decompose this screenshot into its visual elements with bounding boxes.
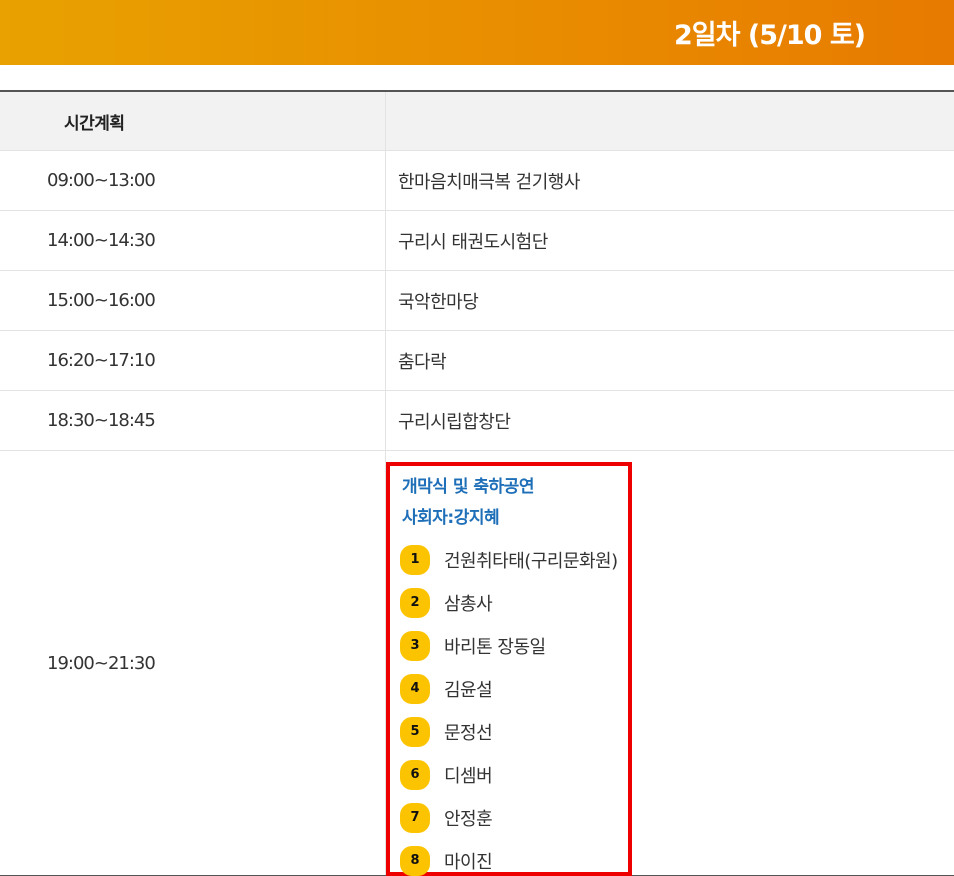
event-text: 구리시립합창단 bbox=[398, 411, 511, 433]
time-text: 16:20~17:10 bbox=[47, 350, 156, 371]
list-item: 5 문정선 bbox=[400, 710, 618, 753]
event-text: 한마음치매극복 걷기행사 bbox=[398, 171, 580, 193]
list-item: 2 삼총사 bbox=[400, 581, 618, 624]
event-cell: 춤다락 bbox=[386, 331, 954, 390]
number-badge: 6 bbox=[400, 759, 430, 790]
performer-name: 마이진 bbox=[444, 851, 493, 873]
time-text: 19:00~21:30 bbox=[47, 652, 156, 674]
event-column-header bbox=[386, 92, 954, 150]
day-banner: 2일차 (5/10 토) bbox=[0, 0, 954, 65]
event-text: 춤다락 bbox=[398, 351, 447, 373]
list-item: 4 김윤설 bbox=[400, 667, 618, 710]
number-badge: 5 bbox=[400, 716, 430, 747]
number-badge: 1 bbox=[400, 544, 430, 575]
event-cell: 구리시 태권도시험단 bbox=[386, 211, 954, 270]
performer-name: 안정훈 bbox=[444, 808, 493, 830]
performer-name: 김윤설 bbox=[444, 679, 493, 701]
number-badge: 4 bbox=[400, 673, 430, 704]
performer-name: 문정선 bbox=[444, 722, 493, 744]
time-text: 14:00~14:30 bbox=[47, 230, 156, 251]
performer-name: 바리톤 장동일 bbox=[444, 636, 546, 658]
event-cell: 구리시립합창단 bbox=[386, 391, 954, 450]
list-item: 3 바리톤 장동일 bbox=[400, 624, 618, 667]
table-row: 18:30~18:45 구리시립합창단 bbox=[0, 391, 954, 451]
time-cell: 14:00~14:30 bbox=[0, 211, 386, 270]
number-badge: 8 bbox=[400, 845, 430, 876]
host-label: 사회자:강지혜 bbox=[402, 508, 500, 528]
ceremony-highlight-box: 개막식 및 축하공연 사회자:강지혜 1 건원취타태(구리문화원) 2 삼총사 … bbox=[386, 462, 632, 876]
performer-list: 1 건원취타태(구리문화원) 2 삼총사 3 바리톤 장동일 4 김윤설 5 문… bbox=[400, 538, 618, 876]
time-cell: 15:00~16:00 bbox=[0, 271, 386, 330]
performer-name: 디셈버 bbox=[444, 765, 493, 787]
day-title: 2일차 (5/10 토) bbox=[674, 20, 866, 51]
time-cell: 16:20~17:10 bbox=[0, 331, 386, 390]
list-item: 8 마이진 bbox=[400, 839, 618, 876]
list-item: 6 디셈버 bbox=[400, 753, 618, 796]
performer-name: 건원취타태(구리문화원) bbox=[444, 550, 618, 572]
number-badge: 7 bbox=[400, 802, 430, 833]
event-text: 구리시 태권도시험단 bbox=[398, 231, 548, 253]
event-cell: 국악한마당 bbox=[386, 271, 954, 330]
table-row: 14:00~14:30 구리시 태권도시험단 bbox=[0, 211, 954, 271]
number-badge: 3 bbox=[400, 630, 430, 661]
table-row: 16:20~17:10 춤다락 bbox=[0, 331, 954, 391]
time-column-header-label: 시간계획 bbox=[64, 113, 125, 134]
time-cell: 18:30~18:45 bbox=[0, 391, 386, 450]
table-header-row: 시간계획 bbox=[0, 92, 954, 151]
time-text: 15:00~16:00 bbox=[47, 290, 156, 311]
list-item: 7 안정훈 bbox=[400, 796, 618, 839]
list-item: 1 건원취타태(구리문화원) bbox=[400, 538, 618, 581]
performer-name: 삼총사 bbox=[444, 593, 493, 615]
ceremony-title: 개막식 및 축하공연 bbox=[402, 477, 534, 497]
time-text: 18:30~18:45 bbox=[47, 410, 156, 431]
number-badge: 2 bbox=[400, 587, 430, 618]
time-cell: 09:00~13:00 bbox=[0, 151, 386, 210]
time-cell: 19:00~21:30 bbox=[0, 451, 386, 875]
time-column-header: 시간계획 bbox=[0, 92, 386, 150]
time-text: 09:00~13:00 bbox=[47, 170, 156, 191]
table-row: 09:00~13:00 한마음치매극복 걷기행사 bbox=[0, 151, 954, 211]
event-text: 국악한마당 bbox=[398, 291, 479, 313]
table-row: 15:00~16:00 국악한마당 bbox=[0, 271, 954, 331]
event-cell: 한마음치매극복 걷기행사 bbox=[386, 151, 954, 210]
